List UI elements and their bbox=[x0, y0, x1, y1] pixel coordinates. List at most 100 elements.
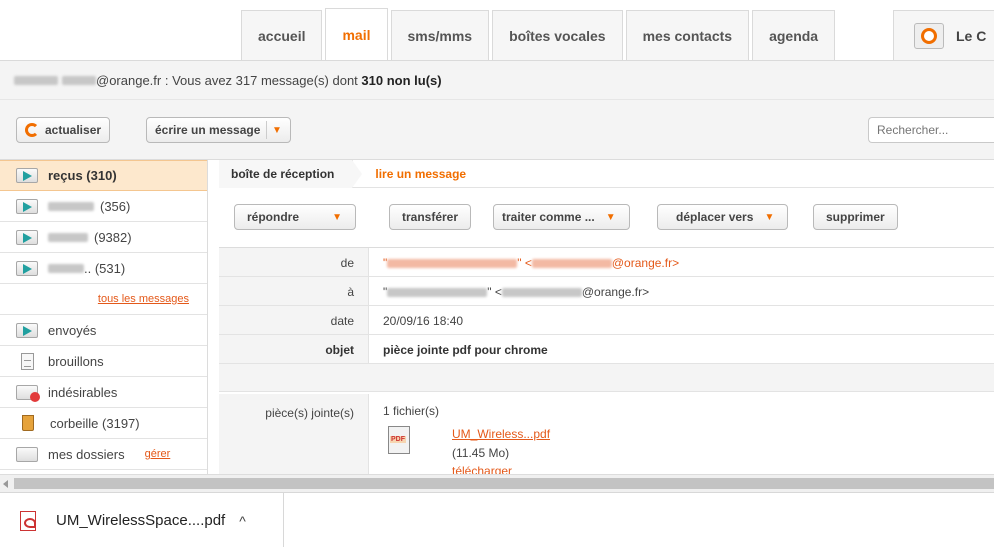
subject-value: pièce jointe pdf pour chrome bbox=[383, 343, 548, 357]
move-to-button[interactable]: déplacer vers ▼ bbox=[657, 204, 789, 230]
to-row: à " " < @orange.fr> bbox=[219, 277, 994, 306]
tab-extra[interactable]: Le C bbox=[893, 10, 994, 60]
sidebar-item-account-3[interactable]: (9382) bbox=[0, 222, 207, 253]
attachments-label: pièce(s) jointe(s) bbox=[219, 394, 369, 474]
redacted-text bbox=[48, 232, 88, 242]
download-shelf: UM_WirelessSpace....pdf ^ bbox=[0, 492, 994, 547]
scrollbar-thumb[interactable] bbox=[14, 478, 994, 489]
tab-boites-vocales[interactable]: boîtes vocales bbox=[492, 10, 623, 60]
status-unread: 310 non lu(s) bbox=[361, 72, 442, 88]
delete-label: supprimer bbox=[826, 210, 885, 224]
compose-label: écrire un message bbox=[155, 123, 261, 137]
date-row: date 20/09/16 18:40 bbox=[219, 306, 994, 335]
subject-row: objet pièce jointe pdf pour chrome bbox=[219, 335, 994, 364]
chevron-down-icon[interactable]: ▼ bbox=[759, 208, 779, 226]
from-value[interactable]: " " < @orange.fr> bbox=[369, 248, 679, 276]
sidebar-item-account-2[interactable]: (356) bbox=[0, 191, 207, 222]
forward-label: transférer bbox=[402, 210, 459, 224]
tab-mail[interactable]: mail bbox=[325, 8, 388, 60]
pdf-file-icon[interactable]: PDF bbox=[388, 426, 410, 454]
reply-button[interactable]: répondre ▼ bbox=[234, 204, 357, 230]
spam-folder-icon bbox=[16, 384, 40, 402]
reply-label: répondre bbox=[247, 210, 300, 224]
all-messages-row: tous les messages bbox=[0, 284, 207, 315]
sidebar-item-count: .. (531) bbox=[84, 260, 126, 276]
scroll-left-icon[interactable] bbox=[3, 480, 8, 488]
breadcrumb-current: lire un message bbox=[375, 166, 467, 181]
inbox-folder-icon bbox=[16, 229, 38, 245]
from-label: de bbox=[219, 248, 369, 276]
status-text: : Vous avez 317 message(s) dont bbox=[161, 72, 362, 88]
trash-icon bbox=[22, 415, 34, 431]
sidebar-item-label: indésirables bbox=[48, 384, 118, 400]
redacted-text bbox=[48, 263, 84, 273]
sidebar-item-drafts[interactable]: brouillons bbox=[0, 346, 207, 377]
redacted-text bbox=[62, 75, 96, 85]
compose-button[interactable]: écrire un message ▼ bbox=[146, 117, 292, 143]
status-email-suffix: @orange.fr bbox=[96, 72, 162, 88]
redacted-text bbox=[501, 288, 582, 298]
download-item[interactable]: UM_WirelessSpace....pdf ^ bbox=[0, 493, 284, 547]
sidebar-item-trash[interactable]: corbeille (3197) bbox=[0, 408, 207, 439]
all-messages-link[interactable]: tous les messages bbox=[98, 293, 189, 305]
sidebar-item-spam[interactable]: indésirables bbox=[0, 377, 207, 408]
date-value: 20/09/16 18:40 bbox=[383, 314, 464, 328]
move-to-label: déplacer vers bbox=[676, 210, 754, 224]
message-actions: répondre ▼ transférer traiter comme ... … bbox=[219, 188, 994, 248]
to-value: " " < @orange.fr> bbox=[383, 285, 650, 299]
sidebar-item-sent[interactable]: envoyés bbox=[0, 315, 207, 346]
breadcrumb: boîte de réception lire un message bbox=[219, 159, 994, 188]
from-address-suffix: @orange.fr> bbox=[611, 256, 680, 270]
sidebar-item-my-folders[interactable]: mes dossiers gérer bbox=[0, 439, 207, 470]
inbox-folder-icon bbox=[16, 260, 38, 276]
mail-toolbar: actualiser écrire un message ▼ bbox=[0, 100, 994, 160]
draft-document-icon bbox=[21, 352, 34, 370]
sidebar-item-count: (356) bbox=[100, 198, 131, 214]
download-file-name: UM_WirelessSpace....pdf bbox=[56, 512, 226, 529]
inbox-folder-icon bbox=[16, 168, 38, 183]
horizontal-scrollbar[interactable] bbox=[0, 474, 994, 492]
header-spacer bbox=[219, 364, 994, 392]
redacted-text bbox=[14, 75, 58, 85]
tab-agenda[interactable]: agenda bbox=[752, 10, 836, 60]
to-label: à bbox=[219, 277, 369, 305]
tab-sms-mms[interactable]: sms/mms bbox=[390, 10, 490, 60]
delete-button[interactable]: supprimer bbox=[813, 204, 898, 230]
sidebar-item-account-4[interactable]: .. (531) bbox=[0, 253, 207, 284]
chevron-down-icon[interactable]: ▼ bbox=[601, 208, 621, 226]
mailbox-status: @orange.fr : Vous avez 317 message(s) do… bbox=[0, 60, 994, 100]
orange-service-icon bbox=[914, 22, 944, 49]
refresh-button[interactable]: actualiser bbox=[16, 117, 111, 143]
redacted-text bbox=[48, 201, 94, 211]
sidebar-item-label: envoyés bbox=[48, 322, 97, 338]
tab-extra-label: Le C bbox=[956, 27, 987, 44]
from-row: de " " < @orange.fr> bbox=[219, 248, 994, 277]
sidebar-item-label: mes dossiers bbox=[48, 446, 125, 462]
refresh-label: actualiser bbox=[45, 123, 102, 137]
sidebar-item-inbox[interactable]: reçus (310) bbox=[0, 160, 207, 191]
search-input[interactable] bbox=[868, 117, 994, 143]
redacted-text bbox=[531, 259, 612, 269]
attachment-link[interactable]: UM_Wireless...pdf bbox=[452, 427, 550, 441]
forward-button[interactable]: transférer bbox=[389, 204, 472, 230]
main-tabs: accueil mail sms/mms boîtes vocales mes … bbox=[241, 8, 838, 60]
refresh-icon bbox=[25, 123, 39, 137]
breadcrumb-inbox[interactable]: boîte de réception bbox=[219, 159, 363, 188]
chevron-down-icon[interactable]: ▼ bbox=[266, 121, 286, 139]
folder-icon bbox=[16, 446, 38, 462]
treat-as-button[interactable]: traiter comme ... ▼ bbox=[493, 204, 630, 230]
top-navigation: accueil mail sms/mms boîtes vocales mes … bbox=[0, 0, 994, 60]
tab-mes-contacts[interactable]: mes contacts bbox=[625, 10, 750, 60]
attachments-section: pièce(s) jointe(s) 1 fichier(s) bbox=[219, 394, 994, 474]
chevron-up-icon[interactable]: ^ bbox=[239, 513, 246, 529]
inbox-folder-icon bbox=[16, 198, 38, 214]
pdf-icon bbox=[20, 510, 36, 531]
attachment-size: (11.45 Mo) bbox=[452, 446, 510, 460]
manage-folders-link[interactable]: gérer bbox=[145, 448, 171, 460]
chevron-down-icon[interactable]: ▼ bbox=[327, 208, 347, 226]
redacted-text bbox=[387, 288, 488, 298]
message-header: de " " < @orange.fr> à " " < @orange.fr> dat… bbox=[219, 248, 994, 392]
download-link[interactable]: télécharger bbox=[452, 464, 512, 474]
folder-sidebar: reçus (310) (356) (9382) .. (531) tous l… bbox=[0, 160, 208, 474]
tab-accueil[interactable]: accueil bbox=[241, 10, 323, 60]
